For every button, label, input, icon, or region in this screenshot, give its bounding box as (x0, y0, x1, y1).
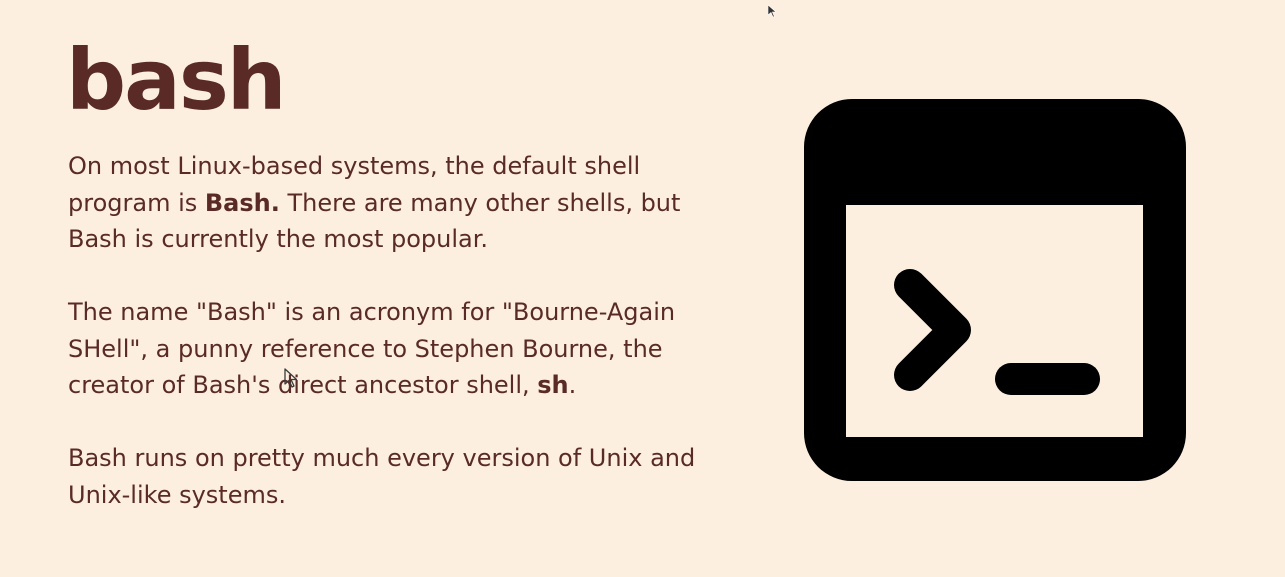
text-line: program is Bash. There are many other sh… (68, 188, 681, 217)
paragraph-acronym: The name "Bash" is an acronym for "Bourn… (68, 294, 708, 404)
slide-body: On most Linux-based systems, the default… (68, 148, 708, 550)
text-line: On most Linux-based systems, the default… (68, 152, 641, 180)
text-line: The name "Bash" is an acronym for "Bourn… (68, 298, 676, 326)
text-line: Bash is currently the most popular. (68, 225, 489, 253)
terminal-icon (804, 99, 1186, 481)
text-line: SHell", a punny reference to Stephen Bou… (68, 334, 663, 363)
bold-term-bash: Bash. (204, 188, 280, 217)
text-line: creator of Bash's direct ancestor shell,… (68, 371, 577, 399)
paragraph-default-shell: On most Linux-based systems, the default… (68, 148, 708, 258)
bold-term-sh: sh (537, 371, 569, 399)
paragraph-unix: Bash runs on pretty much every version o… (68, 440, 708, 513)
slide: bash On most Linux-based systems, the de… (0, 0, 1285, 577)
mouse-pointer-icon (284, 368, 298, 388)
text-line: Bash runs on pretty much every version o… (68, 444, 696, 472)
mouse-pointer-icon (768, 5, 776, 17)
slide-title: bash (66, 31, 287, 129)
prompt-chevron-icon (894, 269, 971, 391)
text-line: Unix-like systems. (68, 480, 286, 509)
